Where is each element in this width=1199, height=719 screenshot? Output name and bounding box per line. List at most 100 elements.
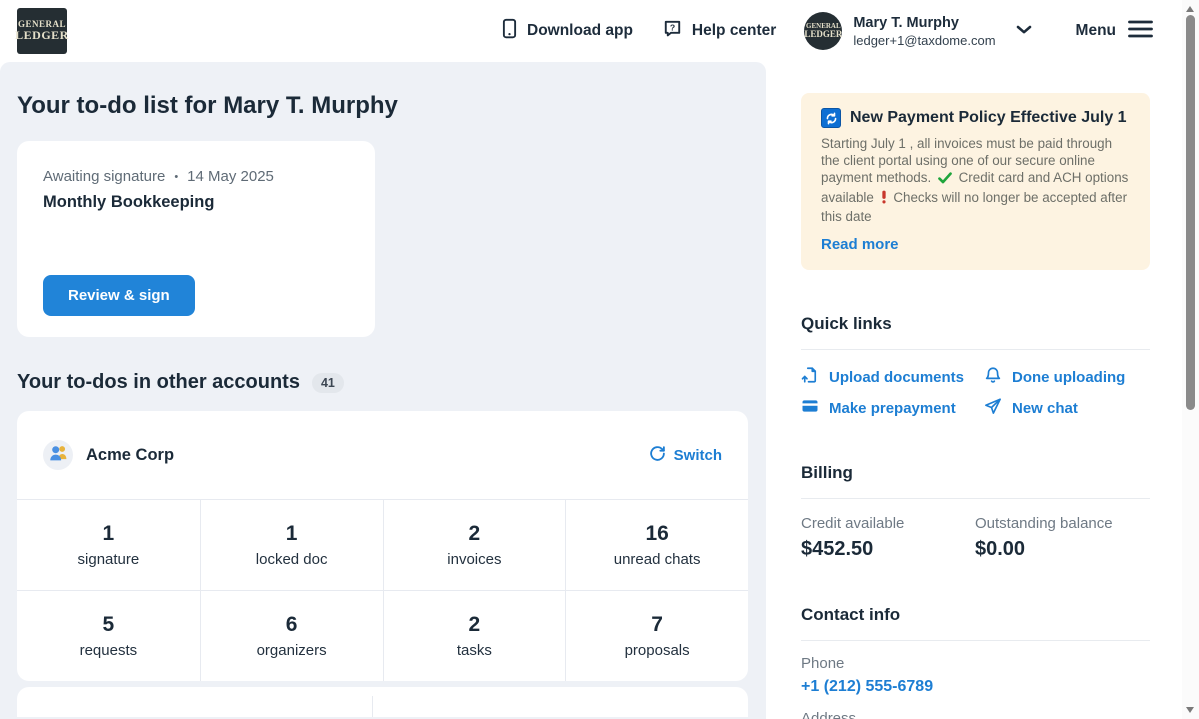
credit-available-value: $452.50 (801, 538, 975, 561)
chevron-down-icon (1016, 22, 1032, 40)
quick-link-label: New chat (1012, 400, 1078, 417)
quick-link-label: Done uploading (1012, 369, 1125, 386)
mobile-phone-icon (502, 18, 517, 44)
stat-tasks[interactable]: 2 tasks (383, 590, 566, 681)
download-app-label: Download app (527, 22, 633, 40)
status-dot-separator: • (174, 171, 178, 183)
scrollbar-thumb[interactable] (1186, 15, 1195, 410)
card-divider (372, 696, 373, 717)
stat-requests[interactable]: 5 requests (17, 590, 200, 681)
account-card-acme: Acme Corp Switch 1 signature 1 locked do… (17, 411, 748, 681)
stat-value: 2 (469, 613, 481, 637)
other-accounts-heading-row: Your to-dos in other accounts 41 (17, 371, 749, 394)
billing-values-row: Credit available $452.50 Outstanding bal… (801, 515, 1150, 561)
other-accounts-count-badge: 41 (312, 373, 344, 393)
stat-label: proposals (625, 642, 690, 659)
menu-button[interactable]: Menu (1076, 20, 1153, 43)
done-uploading-link[interactable]: Done uploading (984, 366, 1150, 388)
notice-title: New Payment Policy Effective July 1 (850, 109, 1127, 127)
make-prepayment-link[interactable]: Make prepayment (801, 397, 984, 419)
section-divider (801, 349, 1150, 350)
bell-icon (984, 366, 1002, 388)
todo-document-name: Monthly Bookkeeping (43, 193, 349, 212)
stat-unread-chats[interactable]: 16 unread chats (565, 499, 748, 590)
user-email: ledger+1@taxdome.com (853, 33, 995, 48)
read-more-link[interactable]: Read more (821, 236, 1130, 253)
outstanding-balance-value: $0.00 (975, 538, 1150, 561)
other-accounts-title: Your to-dos in other accounts (17, 371, 300, 394)
next-account-card-partial (17, 687, 748, 717)
refresh-icon (649, 445, 666, 466)
todo-status-row: Awaiting signature • 14 May 2025 (43, 168, 349, 185)
help-center-label: Help center (692, 22, 776, 40)
top-header: GENERAL LEDGER Download app ? Help cente… (0, 0, 1199, 62)
stat-value: 1 (103, 522, 115, 546)
app-logo[interactable]: GENERAL LEDGER (17, 8, 67, 54)
sync-arrows-icon (821, 108, 841, 128)
billing-section: Billing Credit available $452.50 Outstan… (801, 463, 1150, 561)
menu-label: Menu (1076, 22, 1116, 40)
phone-label: Phone (801, 655, 1150, 672)
user-identity: Mary T. Murphy ledger+1@taxdome.com (853, 15, 995, 48)
upload-documents-link[interactable]: Upload documents (801, 366, 984, 388)
stat-invoices[interactable]: 2 invoices (383, 499, 566, 590)
user-avatar: GENERAL LEDGER (804, 12, 842, 50)
switch-label: Switch (674, 447, 722, 464)
review-and-sign-button[interactable]: Review & sign (43, 275, 195, 316)
account-card-header: Acme Corp Switch (17, 411, 748, 499)
scrollbar-up-arrow[interactable] (1186, 6, 1194, 12)
check-mark-icon (938, 172, 956, 187)
upload-document-icon (801, 366, 819, 388)
stat-value: 6 (286, 613, 298, 637)
help-center-button[interactable]: ? Help center (663, 19, 776, 43)
contact-info-title: Contact info (801, 605, 1150, 625)
notice-title-row: New Payment Policy Effective July 1 (821, 108, 1130, 128)
paper-plane-icon (984, 397, 1002, 419)
billing-title: Billing (801, 463, 1150, 483)
credit-available-block: Credit available $452.50 (801, 515, 975, 561)
todo-status: Awaiting signature (43, 168, 165, 185)
stat-label: locked doc (256, 551, 328, 568)
hamburger-icon (1128, 20, 1153, 43)
stat-signature[interactable]: 1 signature (17, 499, 200, 590)
avatar-text-line2: LEDGER (804, 30, 842, 39)
outstanding-balance-label: Outstanding balance (975, 515, 1150, 532)
contact-info-section: Contact info Phone +1 (212) 555-6789 Add… (801, 605, 1150, 719)
stat-value: 1 (286, 522, 298, 546)
todo-date: 14 May 2025 (187, 168, 274, 185)
stat-value: 5 (103, 613, 115, 637)
stat-value: 16 (645, 522, 668, 546)
account-stats-grid: 1 signature 1 locked doc 2 invoices 16 u… (17, 499, 748, 681)
stat-organizers[interactable]: 6 organizers (200, 590, 383, 681)
stat-locked-doc[interactable]: 1 locked doc (200, 499, 383, 590)
download-app-button[interactable]: Download app (502, 18, 633, 44)
main-content: Your to-do list for Mary T. Murphy Await… (0, 62, 766, 719)
stat-label: requests (80, 642, 138, 659)
quick-link-label: Make prepayment (829, 400, 956, 417)
vertical-scrollbar[interactable] (1182, 0, 1199, 719)
quick-links-section: Quick links Upload documents Done upload… (801, 314, 1150, 419)
todo-card: Awaiting signature • 14 May 2025 Monthly… (17, 141, 375, 337)
user-menu[interactable]: GENERAL LEDGER Mary T. Murphy ledger+1@t… (804, 12, 1031, 50)
exclamation-mark-icon (881, 192, 891, 207)
stat-label: unread chats (614, 551, 701, 568)
people-icon (48, 442, 69, 468)
logo-text-line2: LEDGER (15, 29, 69, 42)
phone-link[interactable]: +1 (212) 555-6789 (801, 678, 1150, 696)
scrollbar-down-arrow[interactable] (1186, 707, 1194, 713)
section-divider (801, 498, 1150, 499)
switch-account-button[interactable]: Switch (649, 445, 722, 466)
notice-body: Starting July 1 , all invoices must be p… (821, 135, 1130, 225)
header-actions: Download app ? Help center GENERAL LEDGE… (502, 12, 1153, 50)
address-label: Address (801, 710, 1150, 719)
outstanding-balance-block: Outstanding balance $0.00 (975, 515, 1150, 561)
svg-text:?: ? (670, 22, 675, 32)
page-title: Your to-do list for Mary T. Murphy (17, 92, 749, 120)
account-name: Acme Corp (86, 446, 174, 465)
stat-proposals[interactable]: 7 proposals (565, 590, 748, 681)
quick-links-grid: Upload documents Done uploading Make pre… (801, 366, 1150, 419)
section-divider (801, 640, 1150, 641)
quick-links-title: Quick links (801, 314, 1150, 334)
new-chat-link[interactable]: New chat (984, 397, 1150, 419)
stat-label: signature (78, 551, 140, 568)
